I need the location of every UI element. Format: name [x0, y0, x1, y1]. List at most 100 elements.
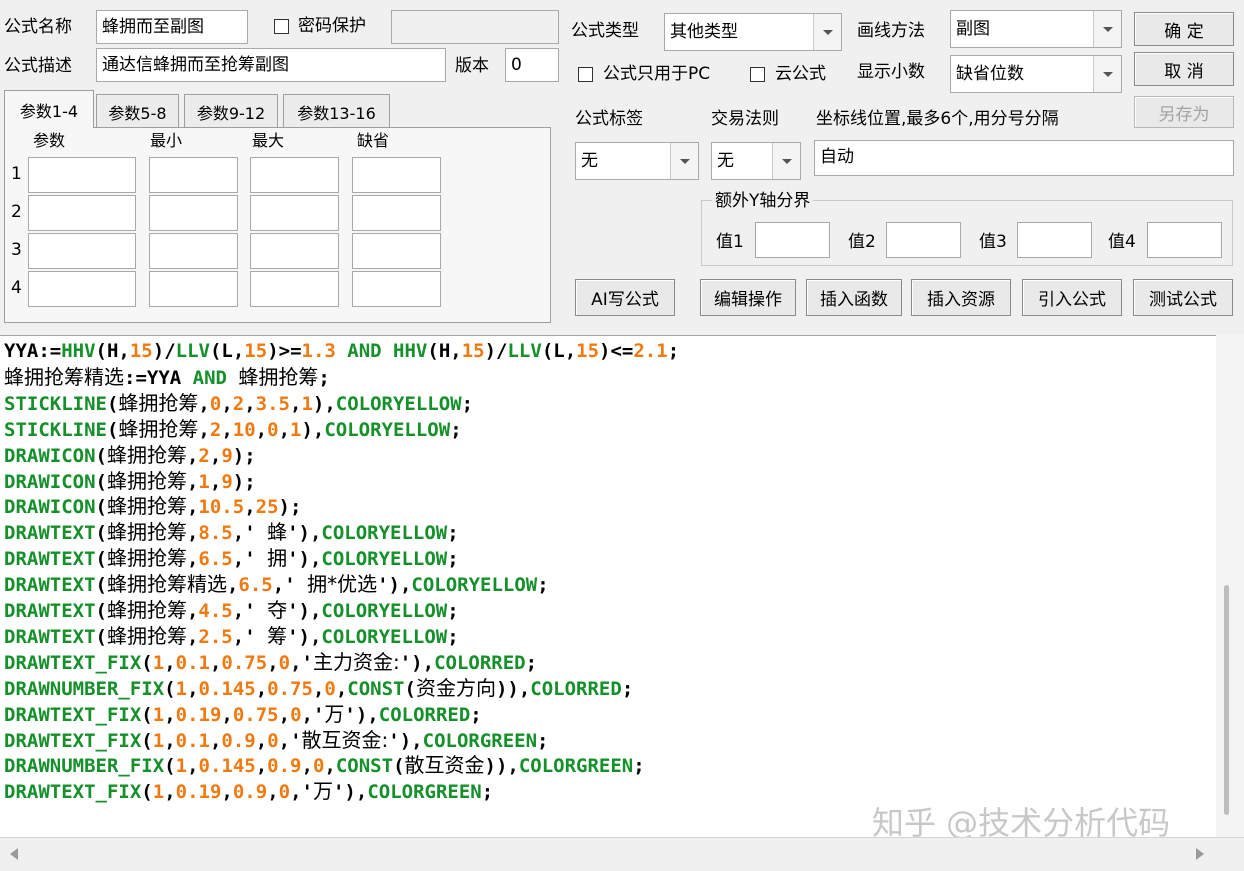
formula-desc-input[interactable]: 通达信蜂拥而至抢筹副图 [96, 48, 446, 82]
save-as-button[interactable]: 另存为 [1134, 96, 1234, 128]
code-token: , [335, 677, 348, 700]
chevron-down-icon[interactable] [772, 143, 800, 179]
code-editor[interactable]: YYA:=HHV(H,15)/LLV(L,15)>=1.3 AND HHV(H,… [0, 335, 1244, 837]
tab-params-5-8[interactable]: 参数5-8 [96, 94, 179, 128]
formula-name-input[interactable]: 蜂拥而至副图 [96, 10, 248, 44]
param-min-input[interactable] [149, 271, 238, 307]
param-default-input[interactable] [352, 271, 441, 307]
value1-input[interactable] [755, 222, 830, 258]
code-token: DRAWICON [4, 496, 96, 519]
value4-input[interactable] [1147, 222, 1222, 258]
code-token: , [255, 755, 268, 778]
code-token: 0.9 [232, 781, 268, 804]
import-formula-button[interactable]: 引入公式 [1022, 279, 1122, 316]
code-token: LLV [175, 340, 210, 362]
param-header-default: 缺省 [357, 131, 390, 150]
tab-params-13-16[interactable]: 参数13-16 [283, 94, 390, 128]
code-token: 蜂拥抢筹 [238, 364, 319, 389]
code-line: STICKLINE(蜂拥抢筹,0,2,3.5,1),COLORYELLOW; [4, 390, 473, 417]
formula-type-select[interactable]: 其他类型 [664, 13, 842, 51]
param-default-input[interactable] [352, 233, 441, 269]
edit-button[interactable]: 编辑操作 [700, 279, 796, 316]
decimals-select[interactable]: 缺省位数 [950, 55, 1122, 93]
param-default-input[interactable] [352, 195, 441, 231]
code-token: 10.5 [198, 496, 245, 519]
code-token: , [221, 418, 233, 441]
value3-input[interactable] [1017, 222, 1092, 258]
code-token: ; [537, 574, 549, 597]
param-name-input[interactable] [28, 195, 136, 231]
param-name-input[interactable] [28, 157, 136, 193]
vertical-scrollbar[interactable] [1216, 335, 1244, 837]
code-token: , [255, 677, 268, 700]
password-checkbox[interactable] [274, 19, 289, 34]
code-token: )) [495, 677, 519, 700]
code-token: ( [95, 548, 107, 571]
param-max-input[interactable] [250, 233, 339, 269]
code-token: COLORGREEN [367, 781, 482, 804]
value2-label: 值2 [848, 232, 876, 252]
code-token: ; [447, 600, 459, 622]
code-token: 蜂拥抢筹精选 [4, 364, 124, 389]
param-name-input[interactable] [28, 271, 136, 307]
tab-params-1-4[interactable]: 参数1-4 [4, 90, 94, 128]
pc-only-checkbox[interactable] [578, 67, 593, 82]
code-token: 9 [221, 470, 233, 493]
coord-line-input[interactable]: 自动 [814, 140, 1234, 176]
param-row-number: 4 [11, 278, 22, 298]
password-input[interactable] [391, 10, 559, 44]
code-token: 1 [152, 703, 165, 726]
chevron-down-icon[interactable] [1093, 56, 1121, 92]
chevron-down-icon[interactable] [670, 143, 698, 179]
formula-tag-select[interactable]: 无 [575, 142, 699, 180]
code-token: COLORGREEN [422, 729, 538, 752]
ok-button[interactable]: 确 定 [1134, 12, 1234, 46]
draw-method-select[interactable]: 副图 [950, 10, 1122, 48]
chevron-down-icon[interactable] [1093, 11, 1121, 47]
scroll-left-icon[interactable] [10, 848, 18, 860]
test-formula-button[interactable]: 测试公式 [1133, 279, 1233, 316]
scroll-right-icon[interactable] [1196, 848, 1204, 860]
param-min-input[interactable] [149, 195, 238, 231]
value2-input[interactable] [886, 222, 961, 258]
param-max-input[interactable] [250, 195, 339, 231]
code-token: ( [95, 625, 107, 648]
draw-method-value: 副图 [956, 19, 990, 39]
code-token: ; [470, 703, 482, 726]
horizontal-scrollbar[interactable] [0, 837, 1244, 871]
code-token: ,' [301, 703, 325, 726]
chevron-down-icon[interactable] [813, 14, 841, 50]
code-token: ; [318, 366, 330, 389]
cloud-checkbox[interactable] [750, 67, 765, 82]
param-default-input[interactable] [352, 157, 441, 193]
trade-rule-select[interactable]: 无 [711, 142, 801, 180]
param-max-input[interactable] [250, 271, 339, 307]
code-token: ); [278, 496, 302, 519]
code-token: COLORYELLOW [321, 600, 448, 622]
code-token: 9 [221, 444, 233, 467]
param-min-input[interactable] [149, 233, 238, 269]
cancel-button[interactable]: 取 消 [1134, 52, 1234, 86]
param-min-input[interactable] [149, 157, 238, 193]
insert-resource-button[interactable]: 插入资源 [911, 279, 1011, 316]
code-token: ; [667, 340, 680, 362]
scrollbar-thumb[interactable] [1224, 585, 1229, 815]
param-header-name: 参数 [33, 131, 66, 150]
code-token: (H, [427, 340, 462, 362]
code-token: 万 [312, 779, 333, 804]
param-row-number: 3 [11, 240, 22, 260]
code-line: STICKLINE(蜂拥抢筹,2,10,0,1),COLORYELLOW; [4, 416, 462, 443]
tab-params-9-12[interactable]: 参数9-12 [184, 94, 278, 128]
value3-label: 值3 [979, 232, 1007, 252]
code-token: 0 [324, 677, 336, 700]
code-token: DRAWTEXT [4, 600, 96, 622]
insert-function-button[interactable]: 插入函数 [806, 279, 902, 316]
version-input[interactable]: 0 [505, 48, 559, 82]
param-max-input[interactable] [250, 157, 339, 193]
param-name-input[interactable] [28, 233, 136, 269]
code-token: ,' [232, 548, 268, 571]
code-token: AND [181, 366, 239, 389]
ai-write-button[interactable]: AI写公式 [575, 279, 675, 316]
code-token: '), [287, 548, 322, 571]
code-token: , [186, 444, 199, 467]
